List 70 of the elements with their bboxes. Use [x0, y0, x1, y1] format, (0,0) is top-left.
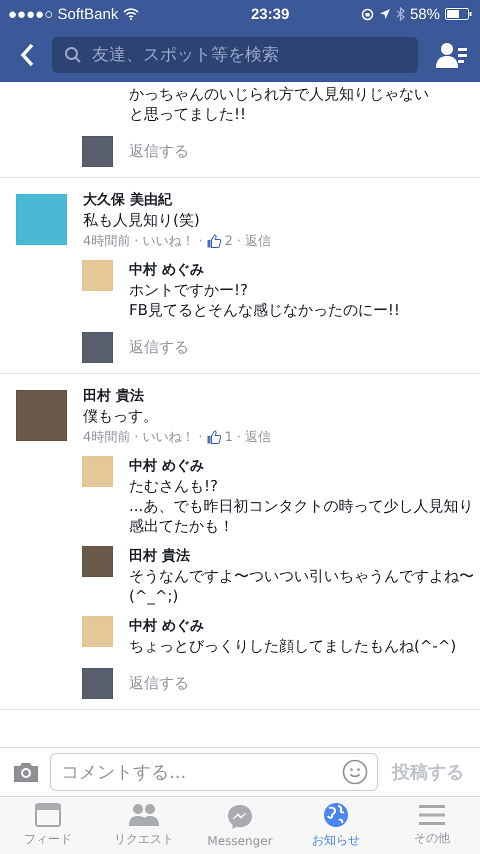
commenter-name[interactable]: 田村 貴法 [83, 386, 472, 406]
separator-dot: · [236, 430, 241, 444]
comment-time: 4時間前 [83, 233, 130, 250]
thumbs-up-icon [206, 430, 221, 444]
tab-item[interactable]: Messenger [192, 797, 288, 854]
thumbs-up-icon [206, 234, 221, 248]
carrier-name: ●●●●○ SoftBank [8, 6, 118, 22]
battery-percent: 58% [410, 6, 440, 22]
reply-text: ちょっとびっくりした顔してましたもんね(^-^) [129, 636, 458, 656]
commenter-name[interactable]: 中村 めぐみ [129, 456, 474, 476]
location-arrow-icon [378, 8, 391, 20]
feed-icon [35, 803, 61, 827]
avatar-photo [82, 616, 113, 647]
separator-dot: · [134, 234, 138, 248]
menu-icon [419, 804, 445, 826]
globe-icon [323, 802, 349, 828]
bluetooth-icon [396, 7, 405, 21]
commenter-name[interactable]: 中村 めぐみ [129, 260, 474, 280]
battery-icon [445, 8, 472, 20]
reply-prompt[interactable]: 返信する [129, 142, 189, 161]
separator-dot: · [198, 234, 203, 248]
avatar-photo [16, 390, 67, 441]
avatar-photo [82, 332, 113, 363]
comment-field[interactable]: コメントする... [50, 753, 378, 791]
search-icon [64, 46, 82, 64]
people-icon [129, 803, 159, 827]
back-chevron-icon[interactable] [20, 43, 34, 67]
reply-text: そうなんですよ〜ついつい引いちゃうんですよね〜(^_^;) [129, 566, 474, 606]
separator-dot: · [236, 234, 241, 248]
commenter-name[interactable]: 中村 めぐみ [129, 616, 474, 636]
reply-text: ホントですかー!? [129, 280, 249, 300]
tab-item[interactable]: その他 [384, 797, 480, 854]
tab-item[interactable]: リクエスト [96, 797, 192, 854]
avatar-photo [82, 546, 113, 577]
reply-link[interactable]: 返信 [244, 428, 271, 446]
like-link[interactable]: いいね！ [142, 428, 194, 446]
avatar-photo [82, 260, 113, 291]
chat-bubble-icon [227, 804, 253, 830]
reply-prompt[interactable]: 返信する [129, 674, 189, 693]
reply-text: ...あ、でも昨日初コンタクトの時って少し人見知り感出てたかも！ [129, 496, 474, 536]
separator-dot: · [134, 430, 138, 444]
separator-dot: · [198, 430, 203, 444]
comment-text: と思ってました!! [129, 104, 248, 124]
comment-text: 私も人見知り(笑) [83, 210, 201, 230]
avatar-photo [82, 456, 113, 487]
reply-text: たむさんも!? [129, 476, 219, 496]
tab-item[interactable]: フィード [0, 797, 96, 854]
orientation-lock-icon [360, 8, 374, 20]
wifi-icon [123, 8, 140, 20]
post-button[interactable]: 投稿する [388, 756, 468, 788]
friends-list-icon[interactable] [436, 42, 468, 68]
search-field[interactable]: 友達、スポット等を検索 [52, 37, 418, 73]
camera-icon[interactable] [12, 761, 40, 783]
commenter-name[interactable]: 田村 貴法 [129, 546, 474, 566]
tab-item[interactable]: お知らせ [288, 797, 384, 854]
like-count: 1 [224, 430, 233, 444]
avatar-photo [16, 194, 67, 245]
reply-text: FB見てるとそんな感じなかったのにー!! [129, 300, 401, 320]
clock-time: 23:39 [250, 6, 290, 22]
commenter-name[interactable]: 大久保 美由紀 [83, 190, 472, 210]
comment-time: 4時間前 [83, 429, 130, 446]
avatar-photo [82, 668, 113, 699]
like-count: 2 [224, 234, 233, 248]
like-link[interactable]: いいね！ [142, 232, 194, 250]
smiley-icon[interactable] [342, 759, 368, 785]
reply-link[interactable]: 返信 [244, 232, 271, 250]
avatar-photo [82, 136, 113, 167]
comment-text: 僕もっす。 [83, 406, 159, 426]
reply-prompt[interactable]: 返信する [129, 338, 189, 357]
comment-text: かっちゃんのいじられ方で人見知りじゃない [129, 84, 430, 104]
